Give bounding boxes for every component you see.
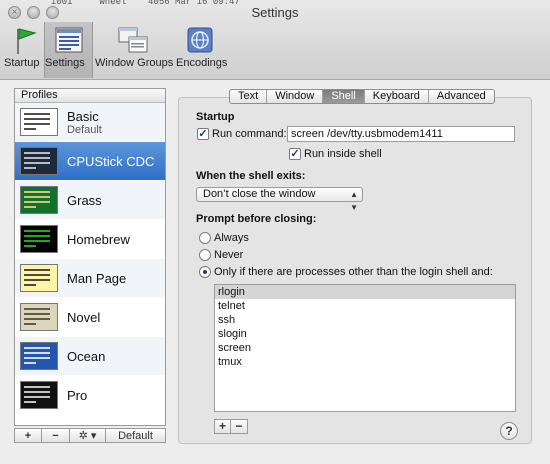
settings-tabs: Text Window Shell Keyboard Advanced xyxy=(229,89,495,104)
tab-advanced[interactable]: Advanced xyxy=(429,90,494,103)
help-button[interactable]: ? xyxy=(500,422,518,440)
globe-icon xyxy=(187,27,213,53)
profiles-button-bar: + − ✲ ▾ Default xyxy=(14,428,166,443)
toolbar-settings-label: Settings xyxy=(45,57,85,69)
shell-exit-dropdown[interactable]: Don’t close the window ▲ ▼ xyxy=(196,187,363,212)
startup-heading: Startup xyxy=(196,111,235,123)
dropdown-arrows-icon: ▲ ▼ xyxy=(350,190,358,212)
profile-name: Grass xyxy=(67,192,102,208)
run-inside-shell-label: Run inside shell xyxy=(304,148,382,160)
profile-name: Novel xyxy=(67,309,101,325)
profile-text: Grass xyxy=(67,193,102,208)
toolbar-encodings[interactable]: Encodings xyxy=(176,22,228,78)
process-list[interactable]: rlogin telnet ssh slogin screen tmux xyxy=(214,284,516,412)
shell-exit-value: Don’t close the window xyxy=(203,188,316,200)
toolbar-settings[interactable]: Settings xyxy=(44,22,93,78)
settings-icon xyxy=(55,27,82,53)
remove-process-button[interactable]: − xyxy=(231,419,248,434)
sidebar-item-profile[interactable]: Basic Default xyxy=(15,103,165,142)
flag-icon xyxy=(17,28,37,54)
tab-text[interactable]: Text xyxy=(230,90,268,103)
profile-preview-icon xyxy=(20,225,58,253)
sidebar-item-profile[interactable]: Novel xyxy=(15,298,165,337)
profile-text: Novel xyxy=(67,310,100,325)
profile-preview-icon xyxy=(20,147,58,175)
profile-preview-icon xyxy=(20,303,58,331)
profile-preview-icon xyxy=(20,108,58,136)
radio-never-label: Never xyxy=(214,249,244,261)
sidebar-item-profile[interactable]: Ocean xyxy=(15,337,165,376)
process-item[interactable]: slogin xyxy=(215,327,515,341)
profile-text: Homebrew xyxy=(67,232,130,247)
profile-text: Pro xyxy=(67,388,87,403)
radio-always[interactable] xyxy=(199,232,211,244)
sidebar-item-profile[interactable]: Grass xyxy=(15,181,165,220)
toolbar-window-groups-label: Window Groups xyxy=(95,57,174,69)
window-title: Settings xyxy=(251,5,299,20)
toolbar-window-groups[interactable]: Window Groups xyxy=(95,22,174,78)
sidebar-item-profile[interactable]: Man Page xyxy=(15,259,165,298)
radio-only-if-processes[interactable] xyxy=(199,266,211,278)
radio-only-if-processes-label: Only if there are processes other than t… xyxy=(214,266,493,278)
profile-preview-icon xyxy=(20,381,58,409)
sidebar-item-profile[interactable]: Homebrew xyxy=(15,220,165,259)
prompt-heading: Prompt before closing: xyxy=(196,213,317,225)
tab-shell[interactable]: Shell xyxy=(323,90,365,103)
toolbar-startup-label: Startup xyxy=(4,57,40,69)
shell-exit-heading: When the shell exits: xyxy=(196,170,306,182)
sidebar-item-profile[interactable]: CPUStick CDC xyxy=(15,142,165,181)
add-profile-button[interactable]: + xyxy=(14,428,42,443)
profile-text: Man Page xyxy=(67,271,126,286)
run-command-input[interactable]: screen /dev/tty.usbmodem1411 xyxy=(287,126,515,142)
process-item[interactable]: rlogin xyxy=(215,285,515,299)
run-command-checkbox[interactable]: ✓ xyxy=(197,128,209,140)
profile-name: CPUStick CDC xyxy=(67,153,155,169)
process-item[interactable]: ssh xyxy=(215,313,515,327)
profile-name: Ocean xyxy=(67,348,106,364)
profiles-rows: Basic Default CPUStick CDC Grass Homebrew Man… xyxy=(15,103,165,415)
window-groups-icon xyxy=(118,27,148,53)
toolbar-encodings-label: Encodings xyxy=(176,57,228,69)
process-button-bar: + − xyxy=(214,419,248,434)
process-item[interactable]: telnet xyxy=(215,299,515,313)
profiles-header: Profiles xyxy=(15,89,165,103)
profile-actions-menu[interactable]: ✲ ▾ xyxy=(70,428,106,443)
profile-name: Pro xyxy=(67,387,88,403)
add-process-button[interactable]: + xyxy=(214,419,231,434)
profile-default-label: Default xyxy=(67,123,102,136)
tab-keyboard[interactable]: Keyboard xyxy=(365,90,429,103)
remove-profile-button[interactable]: − xyxy=(42,428,70,443)
profile-name: Homebrew xyxy=(67,231,130,247)
run-inside-shell-checkbox[interactable]: ✓ xyxy=(289,148,301,160)
profile-text: Basic Default xyxy=(67,109,102,136)
settings-window: 1001 wheel 4056 Mar 16 09:47 × Settings … xyxy=(0,0,550,464)
sidebar-item-profile[interactable]: Pro xyxy=(15,376,165,415)
title-bar: 1001 wheel 4056 Mar 16 09:47 × Settings … xyxy=(0,0,550,80)
radio-never[interactable] xyxy=(199,249,211,261)
radio-always-label: Always xyxy=(214,232,249,244)
profile-text: CPUStick CDC xyxy=(67,154,154,169)
process-item[interactable]: screen xyxy=(215,341,515,355)
default-button[interactable]: Default xyxy=(106,428,166,443)
profile-name: Basic xyxy=(67,108,99,124)
process-item[interactable]: tmux xyxy=(215,355,515,369)
run-command-label: Run command: xyxy=(212,128,287,140)
toolbar-startup[interactable]: Startup xyxy=(4,22,44,78)
profile-text: Ocean xyxy=(67,349,105,364)
tab-window[interactable]: Window xyxy=(267,90,324,103)
profile-preview-icon xyxy=(20,264,58,292)
profile-preview-icon xyxy=(20,186,58,214)
profile-name: Man Page xyxy=(67,270,127,286)
profiles-list[interactable]: Profiles Basic Default CPUStick CDC Grass Ho… xyxy=(14,88,166,426)
profile-preview-icon xyxy=(20,342,58,370)
